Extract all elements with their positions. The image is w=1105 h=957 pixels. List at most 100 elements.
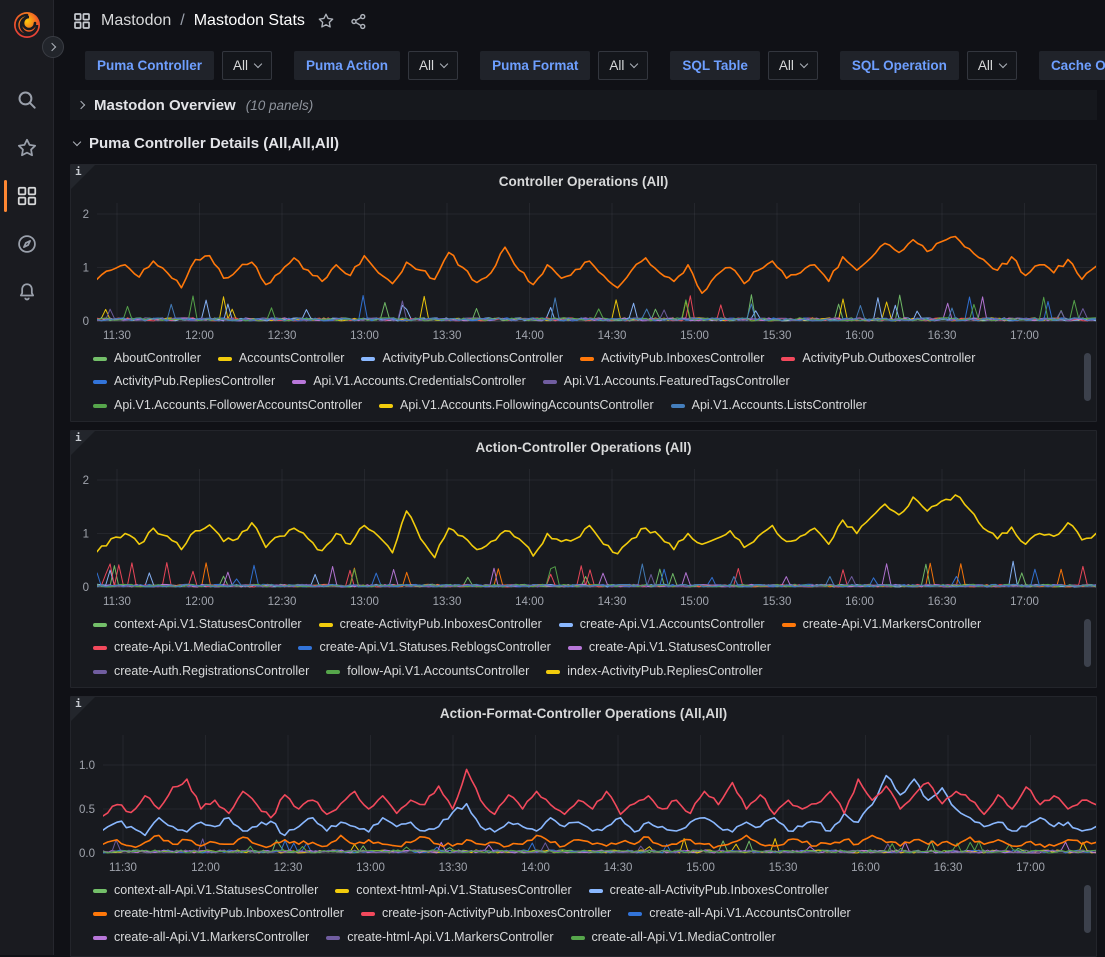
legend-item[interactable]: Api.V1.Accounts.CredentialsController bbox=[292, 370, 526, 393]
series-name: ActivityPub.RepliesController bbox=[114, 370, 275, 393]
legend-item[interactable]: index-ActivityPub.RepliesController bbox=[546, 660, 762, 683]
series-color-swatch bbox=[568, 646, 582, 650]
series-name: ActivityPub.CollectionsController bbox=[382, 347, 563, 370]
legend-item[interactable]: Api.V1.Accounts.FeaturedTagsController bbox=[543, 370, 790, 393]
filter-label[interactable]: SQL Operation bbox=[840, 51, 959, 80]
star-icon bbox=[16, 137, 38, 159]
x-axis-tick-label: 14:30 bbox=[598, 330, 627, 342]
series-color-swatch bbox=[589, 889, 603, 893]
filter-label[interactable]: Puma Format bbox=[480, 51, 590, 80]
filter-value-dropdown[interactable]: All bbox=[598, 51, 648, 80]
row-mastodon-overview[interactable]: Mastodon Overview (10 panels) bbox=[70, 90, 1097, 120]
panel-info-corner[interactable]: i bbox=[71, 697, 95, 721]
panel-info-corner[interactable]: i bbox=[71, 431, 95, 455]
legend-row: create-all-Api.V1.MarkersController creat… bbox=[93, 926, 1078, 949]
legend-item[interactable]: ActivityPub.RepliesController bbox=[93, 370, 275, 393]
legend-item[interactable]: create-html-Api.V1.MarkersController bbox=[326, 926, 553, 949]
sidebar-item-alerting[interactable] bbox=[0, 268, 54, 316]
filter-value-dropdown[interactable]: All bbox=[408, 51, 458, 80]
legend-item[interactable]: create-all-ActivityPub.InboxesController bbox=[589, 879, 829, 902]
chart-legend: context-all-Api.V1.StatusesController con… bbox=[93, 879, 1078, 949]
legend-item[interactable]: Api.V1.Accounts.FollowerAccountsControll… bbox=[93, 394, 362, 417]
legend-item[interactable]: ActivityPub.CollectionsController bbox=[361, 347, 563, 370]
x-axis-tick-label: 13:00 bbox=[350, 596, 379, 608]
legend-item[interactable]: create-Api.V1.MediaController bbox=[93, 636, 281, 659]
share-icon bbox=[350, 13, 367, 30]
legend-item[interactable]: create-ActivityPub.InboxesController bbox=[319, 613, 542, 636]
legend-item[interactable]: create-html-ActivityPub.InboxesControlle… bbox=[93, 902, 344, 925]
filter-group-sql-table: SQL Table All bbox=[670, 51, 818, 80]
panel-title[interactable]: Action-Format-Controller Operations (All… bbox=[71, 706, 1096, 721]
filter-label[interactable]: Puma Controller bbox=[85, 51, 214, 80]
timeseries-chart: 11:3012:0012:3013:0013:3014:0014:3015:00… bbox=[71, 727, 1096, 877]
legend-item[interactable]: create-Api.V1.StatusesController bbox=[568, 636, 771, 659]
series-color-swatch bbox=[93, 357, 107, 361]
filter-label[interactable]: Puma Action bbox=[294, 51, 400, 80]
filter-value-dropdown[interactable]: All bbox=[967, 51, 1017, 80]
x-axis-tick-label: 16:00 bbox=[851, 862, 880, 874]
series-name: create-Api.V1.Statuses.ReblogsController bbox=[319, 636, 550, 659]
legend-item[interactable]: create-all-Api.V1.MarkersController bbox=[93, 926, 309, 949]
sidebar-expand-button[interactable] bbox=[42, 36, 64, 58]
legend-item[interactable]: create-all-Api.V1.MediaController bbox=[571, 926, 776, 949]
sidebar-item-search[interactable] bbox=[0, 76, 54, 124]
filter-group-puma-action: Puma Action All bbox=[294, 51, 458, 80]
chevron-down-icon bbox=[440, 59, 448, 67]
filter-group-puma-format: Puma Format All bbox=[480, 51, 648, 80]
sidebar-item-starred[interactable] bbox=[0, 124, 54, 172]
chevron-right-icon bbox=[48, 43, 56, 51]
x-axis-tick-label: 15:30 bbox=[763, 330, 792, 342]
legend-scrollbar[interactable] bbox=[1084, 619, 1091, 667]
filter-label[interactable]: SQL Table bbox=[670, 51, 760, 80]
filter-value-dropdown[interactable]: All bbox=[222, 51, 272, 80]
legend-item[interactable]: AboutController bbox=[93, 347, 201, 370]
x-axis-tick-label: 12:30 bbox=[274, 862, 303, 874]
legend-item[interactable]: create-Api.V1.Statuses.ReblogsController bbox=[298, 636, 550, 659]
legend-item[interactable]: Api.V1.Accounts.FollowingAccountsControl… bbox=[379, 394, 654, 417]
legend-item[interactable]: create-Api.V1.AccountsController bbox=[559, 613, 765, 636]
panel-info-corner[interactable]: i bbox=[71, 165, 95, 189]
legend-item[interactable]: context-html-Api.V1.StatusesController bbox=[335, 879, 571, 902]
series-color-swatch bbox=[93, 670, 107, 674]
legend-item[interactable]: context-Api.V1.StatusesController bbox=[93, 613, 302, 636]
star-dashboard-button[interactable] bbox=[314, 9, 338, 33]
panel-title[interactable]: Action-Controller Operations (All) bbox=[71, 440, 1096, 455]
timeseries-chart: 11:3012:0012:3013:0013:3014:0014:3015:00… bbox=[71, 195, 1096, 345]
series-name: index-ActivityPub.RepliesController bbox=[567, 660, 762, 683]
y-axis-tick-label: 0 bbox=[83, 582, 89, 594]
share-dashboard-button[interactable] bbox=[347, 9, 371, 33]
series-name: create-all-Api.V1.MediaController bbox=[592, 926, 776, 949]
legend-item[interactable]: create-Auth.RegistrationsController bbox=[93, 660, 309, 683]
series-name: Api.V1.Accounts.CredentialsController bbox=[313, 370, 526, 393]
legend-scrollbar[interactable] bbox=[1084, 885, 1091, 933]
legend-item[interactable]: ActivityPub.InboxesController bbox=[580, 347, 764, 370]
legend-item[interactable]: context-all-Api.V1.StatusesController bbox=[93, 879, 318, 902]
row-title: Mastodon Overview bbox=[94, 97, 236, 114]
filter-label[interactable]: Cache Operation bbox=[1039, 51, 1105, 80]
chart-legend: AboutControllerAccountsControllerActivit… bbox=[93, 347, 1078, 417]
x-axis-tick-label: 12:00 bbox=[185, 596, 214, 608]
breadcrumb-section[interactable]: Mastodon bbox=[101, 12, 171, 30]
legend-item[interactable]: Api.V1.Accounts.ListsController bbox=[671, 394, 867, 417]
filter-value-dropdown[interactable]: All bbox=[768, 51, 818, 80]
panel-title[interactable]: Controller Operations (All) bbox=[71, 174, 1096, 189]
legend-item[interactable]: create-Api.V1.MarkersController bbox=[782, 613, 982, 636]
y-axis-tick-label: 1 bbox=[83, 529, 89, 541]
bell-icon bbox=[16, 281, 38, 303]
legend-item[interactable]: create-json-ActivityPub.InboxesControlle… bbox=[361, 902, 611, 925]
legend-item[interactable]: AccountsController bbox=[218, 347, 345, 370]
series-name: AboutController bbox=[114, 347, 201, 370]
breadcrumb-separator: / bbox=[180, 12, 184, 30]
legend-item[interactable]: ActivityPub.OutboxesController bbox=[781, 347, 975, 370]
grafana-logo-icon[interactable] bbox=[10, 8, 44, 42]
sidebar-item-dashboards[interactable] bbox=[0, 172, 54, 220]
legend-item[interactable]: follow-Api.V1.AccountsController bbox=[326, 660, 529, 683]
legend-item[interactable]: create-all-Api.V1.AccountsController bbox=[628, 902, 850, 925]
row-puma-controller-details[interactable]: Puma Controller Details (All,All,All) bbox=[70, 128, 1097, 158]
filter-selected-value: All bbox=[419, 58, 434, 73]
x-axis-tick-label: 11:30 bbox=[103, 330, 131, 342]
sidebar-item-explore[interactable] bbox=[0, 220, 54, 268]
legend-scrollbar[interactable] bbox=[1084, 353, 1091, 401]
series-name: create-all-ActivityPub.InboxesController bbox=[610, 879, 829, 902]
filter-selected-value: All bbox=[779, 58, 794, 73]
